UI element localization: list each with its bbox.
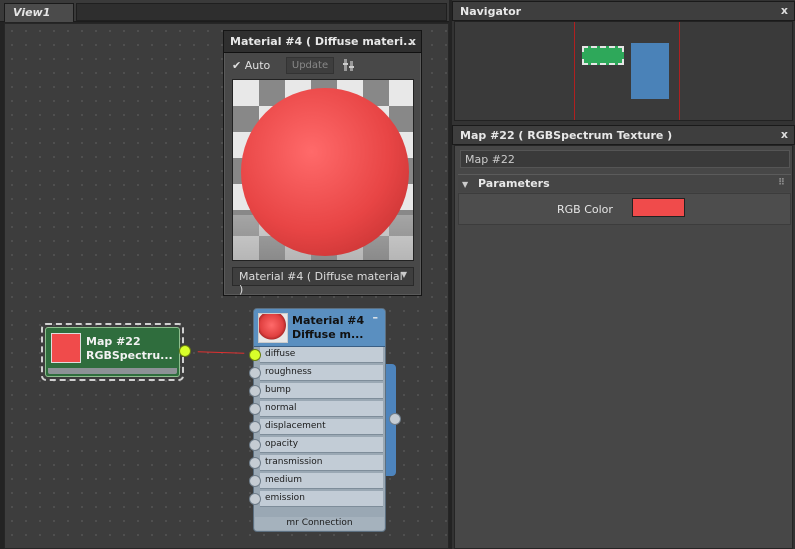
slot-socket[interactable]: [249, 367, 261, 379]
navigator-bound-left: [574, 22, 575, 120]
rgb-color-swatch[interactable]: [632, 198, 685, 217]
slot-roughness[interactable]: roughness: [249, 365, 383, 381]
slot-label: transmission: [265, 457, 323, 467]
slot-normal[interactable]: normal: [249, 401, 383, 417]
view-tab-bar: View1: [0, 0, 449, 22]
parameters-rollout-body: RGB Color: [458, 193, 791, 225]
preview-sphere: [241, 88, 409, 256]
close-icon[interactable]: x: [781, 128, 788, 141]
material-preview-image: [232, 79, 414, 261]
slot-medium[interactable]: medium: [249, 473, 383, 489]
connection-wire: [197, 351, 245, 354]
grip-icon: ⠿: [777, 178, 785, 188]
parameters-rollout-header[interactable]: ▼ Parameters ⠿: [458, 174, 791, 192]
slot-socket[interactable]: [249, 493, 261, 505]
map-node-footer: [48, 368, 177, 374]
material-select[interactable]: Material #4 ( Diffuse material ) ▼: [232, 267, 414, 296]
slot-label: diffuse: [265, 349, 296, 359]
slot-label: emission: [265, 493, 305, 503]
map-name-field[interactable]: Map #22: [460, 150, 790, 168]
material-select-value: Material #4 ( Diffuse material ): [239, 270, 403, 296]
material-output-socket[interactable]: [389, 413, 401, 425]
material-node-title: Material #4: [292, 314, 365, 327]
preview-toolbar: ✔ Auto Update: [230, 57, 418, 75]
options-icon[interactable]: [343, 58, 357, 74]
map-output-socket[interactable]: [179, 345, 191, 357]
map-node-type: RGBSpectru...: [86, 349, 173, 362]
navigator-map-node: [582, 46, 624, 65]
check-icon: ✔: [232, 59, 242, 72]
auto-label: Auto: [244, 59, 271, 72]
navigator-title-text: Navigator: [460, 5, 522, 18]
map-node[interactable]: Map #22 RGBSpectru...: [41, 323, 184, 381]
slot-label: bump: [265, 385, 291, 395]
material-node-footer: mr Connection: [255, 517, 384, 530]
slot-displacement[interactable]: displacement: [249, 419, 383, 435]
navigator-bound-right: [679, 22, 680, 120]
parameter-editor: Map #22 ▼ Parameters ⠿ RGB Color: [454, 145, 793, 549]
slot-bump[interactable]: bump: [249, 383, 383, 399]
rollout-title: Parameters: [478, 177, 550, 190]
close-icon[interactable]: x: [409, 35, 416, 48]
params-title: Map #22 ( RGBSpectrum Texture ) x: [452, 125, 795, 145]
material-thumbnail: [258, 313, 288, 343]
slot-socket[interactable]: [249, 439, 261, 451]
dropdown-arrow-icon: ▼: [400, 270, 407, 279]
slot-emission[interactable]: emission: [249, 491, 383, 507]
tab-view1[interactable]: View1: [4, 3, 74, 22]
slot-label: normal: [265, 403, 297, 413]
map-thumbnail: [51, 333, 81, 363]
navigator-material-node: [631, 43, 669, 99]
slot-diffuse[interactable]: diffuse: [249, 347, 383, 363]
slot-label: roughness: [265, 367, 312, 377]
close-icon[interactable]: x: [781, 4, 788, 17]
app-window: View1 Material #4 ( Diffuse materi... x …: [0, 0, 795, 549]
collapse-icon[interactable]: –: [373, 311, 379, 324]
slot-label: medium: [265, 475, 302, 485]
slot-socket[interactable]: [249, 385, 261, 397]
tab-bar-filler: [76, 3, 447, 21]
params-title-text: Map #22 ( RGBSpectrum Texture ): [460, 129, 673, 142]
slot-label: displacement: [265, 421, 326, 431]
material-node-header[interactable]: Material #4 Diffuse m... –: [254, 309, 385, 347]
preview-title[interactable]: Material #4 ( Diffuse materi...: [224, 31, 421, 53]
slot-socket[interactable]: [249, 403, 261, 415]
slot-socket[interactable]: [249, 349, 261, 361]
material-preview-window[interactable]: Material #4 ( Diffuse materi... x ✔ Auto…: [223, 30, 422, 296]
slot-transmission[interactable]: transmission: [249, 455, 383, 471]
right-panel: Navigator x Map #22 ( RGBSpectrum Textur…: [452, 0, 795, 549]
slot-label: opacity: [265, 439, 299, 449]
expand-arrow-icon: ▼: [462, 180, 469, 189]
material-node-type: Diffuse m...: [292, 328, 364, 341]
material-node[interactable]: Material #4 Diffuse m... – diffuse rough…: [249, 308, 386, 532]
slot-socket[interactable]: [249, 457, 261, 469]
slot-socket[interactable]: [249, 421, 261, 433]
slot-opacity[interactable]: opacity: [249, 437, 383, 453]
map-node-title: Map #22: [86, 335, 141, 348]
rgb-color-label: RGB Color: [557, 203, 613, 216]
map-node-body: Map #22 RGBSpectru...: [45, 327, 180, 377]
auto-checkbox[interactable]: ✔ Auto: [232, 59, 270, 72]
slot-socket[interactable]: [249, 475, 261, 487]
update-button[interactable]: Update: [286, 57, 334, 74]
navigator-view[interactable]: [454, 21, 793, 121]
navigator-title: Navigator x: [452, 1, 795, 21]
